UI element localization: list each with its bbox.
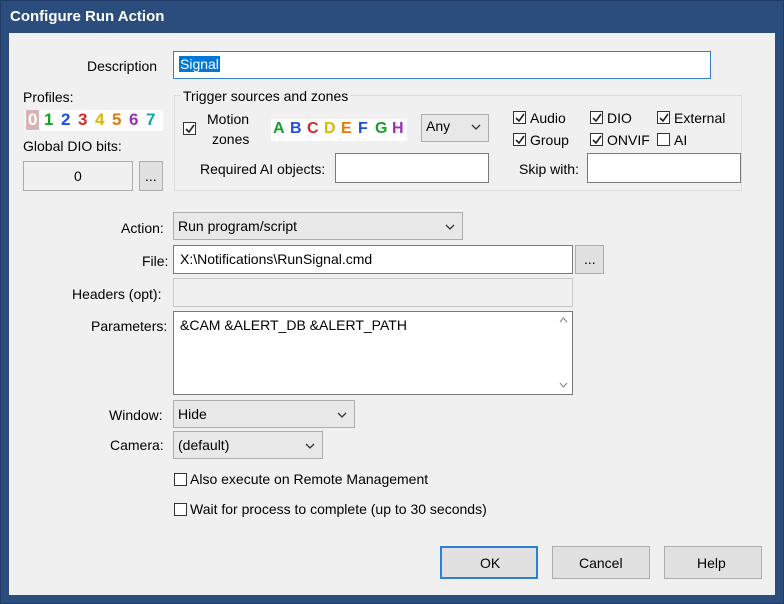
parameters-textarea[interactable]: &CAM &ALERT_DB &ALERT_PATH <box>173 311 573 395</box>
zone-E[interactable]: E <box>341 120 352 138</box>
required-ai-label: Required AI objects: <box>200 161 326 177</box>
camera-select[interactable]: (default) <box>173 431 323 459</box>
check-icon <box>185 124 195 134</box>
profile-3[interactable]: 3 <box>78 110 87 130</box>
check-icon <box>592 113 602 123</box>
remote-mgmt-label: Also execute on Remote Management <box>190 471 429 487</box>
window-mode-value: Hide <box>178 406 207 422</box>
window-mode-label: Window: <box>109 407 163 423</box>
audio-label: Audio <box>530 110 566 126</box>
profile-5[interactable]: 5 <box>112 110 121 130</box>
any-select-value: Any <box>426 118 451 134</box>
chevron-down-icon <box>471 124 481 130</box>
onvif-checkbox[interactable] <box>590 133 603 146</box>
motion-zones-label-1: Motion <box>207 111 250 127</box>
zone-G[interactable]: G <box>375 120 387 138</box>
external-checkbox[interactable] <box>657 111 670 124</box>
zone-H[interactable]: H <box>392 120 404 138</box>
parameters-label: Parameters: <box>91 318 168 334</box>
ok-button[interactable]: OK <box>440 546 538 579</box>
trigger-group-label: Trigger sources and zones <box>181 88 351 104</box>
parameters-scrollbar[interactable] <box>555 312 572 394</box>
zone-B[interactable]: B <box>290 120 302 138</box>
profiles-label: Profiles: <box>23 89 74 105</box>
check-icon <box>592 135 602 145</box>
external-label: External <box>674 110 726 126</box>
file-value: X:\Notifications\RunSignal.cmd <box>180 251 373 267</box>
check-icon <box>659 113 669 123</box>
zone-D[interactable]: D <box>324 120 336 138</box>
skip-with-input[interactable] <box>587 153 741 183</box>
motion-zones-checkbox[interactable] <box>183 122 196 135</box>
title-bar[interactable]: Configure Run Action <box>1 1 783 33</box>
camera-label: Camera: <box>110 437 164 453</box>
cancel-button[interactable]: Cancel <box>552 546 650 579</box>
check-icon <box>515 135 525 145</box>
any-select[interactable]: Any <box>421 114 489 142</box>
scroll-up-icon[interactable] <box>559 317 568 323</box>
zone-C[interactable]: C <box>307 120 319 138</box>
camera-value: (default) <box>178 437 230 453</box>
scroll-down-icon[interactable] <box>559 382 568 388</box>
group-label: Group <box>530 132 569 148</box>
dialog-client-area: Description Signal Profiles: 01234567 Gl… <box>9 33 775 595</box>
zone-A[interactable]: A <box>273 120 285 138</box>
profile-4[interactable]: 4 <box>95 110 104 130</box>
global-dio-browse-button[interactable]: ... <box>139 161 163 191</box>
help-button[interactable]: Help <box>664 546 762 579</box>
ai-label: AI <box>674 132 688 148</box>
description-input[interactable]: Signal <box>173 51 711 79</box>
action-select-value: Run program/script <box>178 218 298 234</box>
help-button-label: Help <box>697 555 726 571</box>
cancel-button-label: Cancel <box>579 555 623 571</box>
chevron-down-icon <box>445 224 455 230</box>
window-mode-select[interactable]: Hide <box>173 400 355 428</box>
headers-input[interactable] <box>173 278 573 307</box>
ok-button-label: OK <box>480 555 501 571</box>
profile-0[interactable]: 0 <box>26 110 40 130</box>
remote-mgmt-checkbox[interactable] <box>174 473 187 486</box>
file-browse-label: ... <box>584 251 596 267</box>
profile-2[interactable]: 2 <box>61 110 70 130</box>
profile-1[interactable]: 1 <box>44 110 53 130</box>
profile-7[interactable]: 7 <box>146 110 155 130</box>
motion-zones-label-2: zones <box>212 131 250 147</box>
action-label: Action: <box>121 220 164 236</box>
dio-checkbox[interactable] <box>590 111 603 124</box>
profile-6[interactable]: 6 <box>129 110 138 130</box>
required-ai-input[interactable] <box>335 153 489 183</box>
file-input[interactable]: X:\Notifications\RunSignal.cmd <box>173 245 573 274</box>
dio-label: DIO <box>607 110 632 126</box>
skip-with-label: Skip with: <box>519 161 579 177</box>
global-dio-field[interactable]: 0 <box>23 161 133 191</box>
window-title: Configure Run Action <box>10 8 165 25</box>
global-dio-label: Global DIO bits: <box>23 138 122 154</box>
file-label: File: <box>142 253 169 269</box>
profiles-selector[interactable]: 01234567 <box>25 110 163 131</box>
description-label: Description <box>87 58 158 74</box>
ai-checkbox[interactable] <box>657 133 670 146</box>
zone-selector[interactable]: ABCDEFGH <box>271 119 407 141</box>
chevron-down-icon <box>305 443 315 449</box>
file-browse-button[interactable]: ... <box>575 245 604 274</box>
parameters-value: &CAM &ALERT_DB &ALERT_PATH <box>180 317 407 333</box>
audio-checkbox[interactable] <box>513 111 526 124</box>
global-dio-value: 0 <box>74 168 82 184</box>
action-select[interactable]: Run program/script <box>173 212 463 240</box>
wait-process-checkbox[interactable] <box>174 503 187 516</box>
description-value: Signal <box>179 56 220 72</box>
group-checkbox[interactable] <box>513 133 526 146</box>
wait-process-label: Wait for process to complete (up to 30 s… <box>190 501 487 517</box>
chevron-down-icon <box>337 412 347 418</box>
onvif-label: ONVIF <box>607 132 650 148</box>
zone-F[interactable]: F <box>358 120 368 138</box>
global-dio-browse-label: ... <box>145 168 157 184</box>
check-icon <box>515 113 525 123</box>
dialog-window: Configure Run Action Description Signal … <box>0 0 784 604</box>
headers-label: Headers (opt): <box>72 286 162 302</box>
